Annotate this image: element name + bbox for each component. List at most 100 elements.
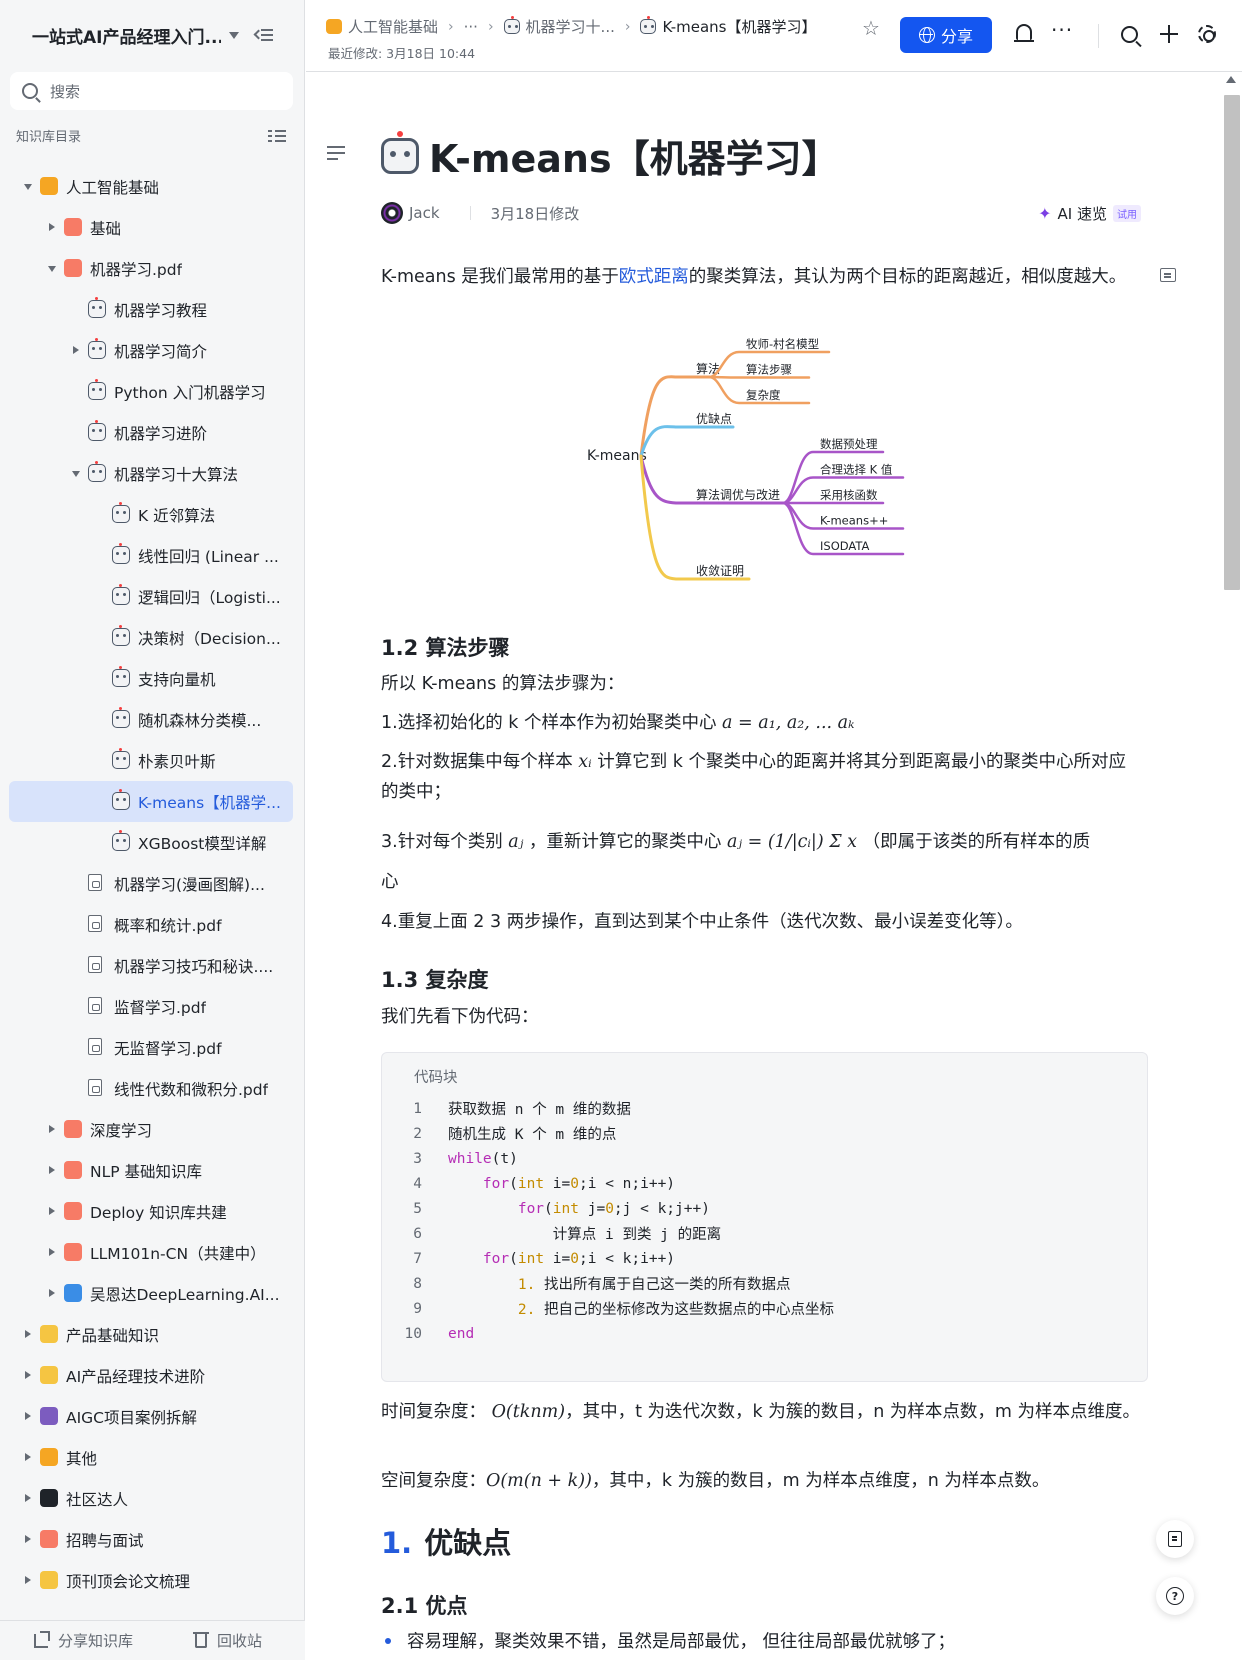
search-icon[interactable] — [1121, 26, 1138, 43]
chevron-right-icon[interactable] — [25, 1535, 31, 1543]
sidebar-item[interactable]: 机器学习十大算法 — [0, 453, 305, 494]
time-complexity-label: 时间复杂度： — [381, 1402, 486, 1422]
chevron-right-icon[interactable] — [49, 1289, 55, 1297]
sidebar-item[interactable]: 人工智能基础 — [0, 166, 305, 207]
sidebar-item[interactable]: 支持向量机 — [0, 658, 305, 699]
robot-icon — [112, 543, 130, 564]
sidebar-item-label: 概率和统计.pdf — [114, 916, 222, 935]
sidebar-item[interactable]: 顶刊顶会论文梳理 — [0, 1560, 305, 1601]
sidebar-item[interactable]: 机器学习进阶 — [0, 412, 305, 453]
chevron-right-icon[interactable] — [49, 1207, 55, 1215]
mindmap-branch-label: 算法调优与改进 — [696, 487, 780, 502]
trash-button[interactable]: 回收站 — [193, 1630, 262, 1651]
sidebar-item[interactable]: 逻辑回归（Logisti... — [0, 576, 305, 617]
chevron-right-icon[interactable] — [25, 1371, 31, 1379]
chevron-right-icon[interactable] — [49, 1125, 55, 1133]
chevron-right-icon[interactable] — [25, 1453, 31, 1461]
euclidean-distance-link[interactable]: 欧式距离 — [619, 267, 689, 287]
sidebar-item[interactable]: 机器学习教程 — [0, 289, 305, 330]
sidebar-item[interactable]: 无监督学习.pdf — [0, 1027, 305, 1068]
chevron-right-icon[interactable] — [49, 1166, 55, 1174]
intro-text: 的聚类算法，其认为两个目标的距离越近，相似度越大。 — [688, 267, 1127, 287]
sidebar-item[interactable]: 概率和统计.pdf — [0, 904, 305, 945]
sidebar-item[interactable]: 机器学习.pdf — [0, 248, 305, 289]
sidebar-item-label: AIGC项目案例拆解 — [66, 1408, 198, 1427]
doc-outline-button[interactable] — [1156, 1520, 1194, 1558]
sidebar-item[interactable]: K 近邻算法 — [0, 494, 305, 535]
list-view-icon[interactable] — [268, 129, 286, 143]
sidebar-item[interactable]: 决策树（Decision... — [0, 617, 305, 658]
help-button[interactable]: ? — [1156, 1577, 1194, 1615]
sidebar-item[interactable]: 线性回归 (Linear ... — [0, 535, 305, 576]
chevron-right-icon[interactable] — [25, 1330, 31, 1338]
chevron-right-icon: › — [448, 18, 454, 35]
author-name[interactable]: Jack — [409, 204, 440, 222]
space-complexity-formula: O(m(n + k)) — [486, 1471, 592, 1491]
avatar[interactable] — [381, 202, 403, 224]
sidebar-item[interactable]: 机器学习(漫画图解)... — [0, 863, 305, 904]
ai-summary-button[interactable]: ✦ AI 速览 试用 — [1038, 203, 1141, 224]
chevron-down-icon[interactable] — [48, 266, 56, 272]
robot-icon — [112, 502, 130, 523]
sidebar-item[interactable]: Python 入门机器学习 — [0, 371, 305, 412]
sidebar-item[interactable]: 深度学习 — [0, 1109, 305, 1150]
plus-icon[interactable] — [1160, 25, 1178, 43]
sidebar-item[interactable]: 随机森林分类模... — [0, 699, 305, 740]
collapse-sidebar-icon[interactable] — [255, 27, 275, 43]
sidebar-item[interactable]: 机器学习技巧和秘诀.... — [0, 945, 305, 986]
sidebar-item[interactable]: 招聘与面试 — [0, 1519, 305, 1560]
mindmap-leaf-line — [707, 375, 811, 379]
chevron-down-icon[interactable] — [24, 184, 32, 190]
sidebar-item[interactable]: 朴素贝叶斯 — [0, 740, 305, 781]
star-icon[interactable]: ☆ — [862, 16, 880, 40]
sidebar-item[interactable]: AI产品经理技术进阶 — [0, 1355, 305, 1396]
chevron-right-icon[interactable] — [73, 346, 79, 354]
last-modified: 最近修改: 3月18日 10:44 — [328, 46, 476, 61]
sidebar-item[interactable]: LLM101n-CN（共建中） — [0, 1232, 305, 1273]
sidebar-item[interactable]: 线性代数和微积分.pdf — [0, 1068, 305, 1109]
sidebar-item[interactable]: 其他 — [0, 1437, 305, 1478]
sidebar-item[interactable]: NLP 基础知识库 — [0, 1150, 305, 1191]
breadcrumb-item[interactable]: 人工智能基础 — [326, 16, 438, 37]
share-knowledge-base-button[interactable]: 分享知识库 — [34, 1630, 133, 1651]
sidebar-item[interactable]: 监督学习.pdf — [0, 986, 305, 1027]
chevron-right-icon[interactable] — [49, 223, 55, 231]
chevron-down-icon[interactable] — [72, 471, 80, 477]
breadcrumb-item[interactable]: ··· — [464, 18, 478, 36]
search-input[interactable]: 搜索 — [10, 72, 293, 110]
heading-pros: 2.1 优点 — [381, 1594, 468, 1618]
page-title: K-means【机器学习】 — [381, 128, 840, 183]
chevron-right-icon[interactable] — [49, 1248, 55, 1256]
knowledge-base-title[interactable]: 一站式AI产品经理入门... — [32, 23, 221, 48]
sidebar-item[interactable]: 机器学习简介 — [0, 330, 305, 371]
sidebar-item[interactable]: K-means【机器学... — [9, 781, 293, 822]
sidebar-item[interactable]: 基础 — [0, 207, 305, 248]
time-complexity-formula: O(tknm) — [491, 1402, 566, 1422]
sidebar-item[interactable]: AIGC项目案例拆解 — [0, 1396, 305, 1437]
chevron-right-icon[interactable] — [25, 1494, 31, 1502]
outline-icon[interactable] — [327, 146, 345, 160]
breadcrumb-item[interactable]: 机器学习十... — [503, 16, 615, 37]
share-button[interactable]: 分享 — [900, 17, 992, 53]
mindmap-leaf-label: 采用核函数 — [820, 488, 878, 502]
scroll-up-icon[interactable] — [1226, 76, 1236, 83]
scrollbar-thumb[interactable] — [1224, 95, 1240, 590]
sidebar-item[interactable]: 社区达人 — [0, 1478, 305, 1519]
chevron-right-icon[interactable] — [25, 1412, 31, 1420]
sidebar-item[interactable]: 产品基础知识 — [0, 1314, 305, 1355]
bullet-icon — [385, 1637, 391, 1644]
chevron-right-icon[interactable] — [25, 1576, 31, 1584]
comment-icon[interactable] — [1160, 268, 1176, 282]
more-icon[interactable]: ··· — [1051, 18, 1073, 42]
step-3-text: 心 — [381, 872, 399, 892]
bell-icon[interactable] — [1014, 24, 1034, 42]
gear-icon[interactable] — [1198, 25, 1216, 43]
breadcrumb-item[interactable]: K-means【机器学习】 — [640, 16, 817, 37]
chevron-down-icon[interactable] — [229, 31, 239, 39]
sidebar-item-label: 机器学习教程 — [114, 301, 208, 320]
code-block[interactable]: 代码块 1 获取数据 n 个 m 维的数据 2 随机生成 K 个 m 维的点 3 whil… — [381, 1052, 1148, 1382]
sidebar-item[interactable]: 吴恩达DeepLearning.AI... — [0, 1273, 305, 1314]
sidebar-item[interactable]: Deploy 知识库共建 — [0, 1191, 305, 1232]
search-placeholder: 搜索 — [50, 82, 81, 101]
sidebar-item[interactable]: XGBoost模型详解 — [0, 822, 305, 863]
